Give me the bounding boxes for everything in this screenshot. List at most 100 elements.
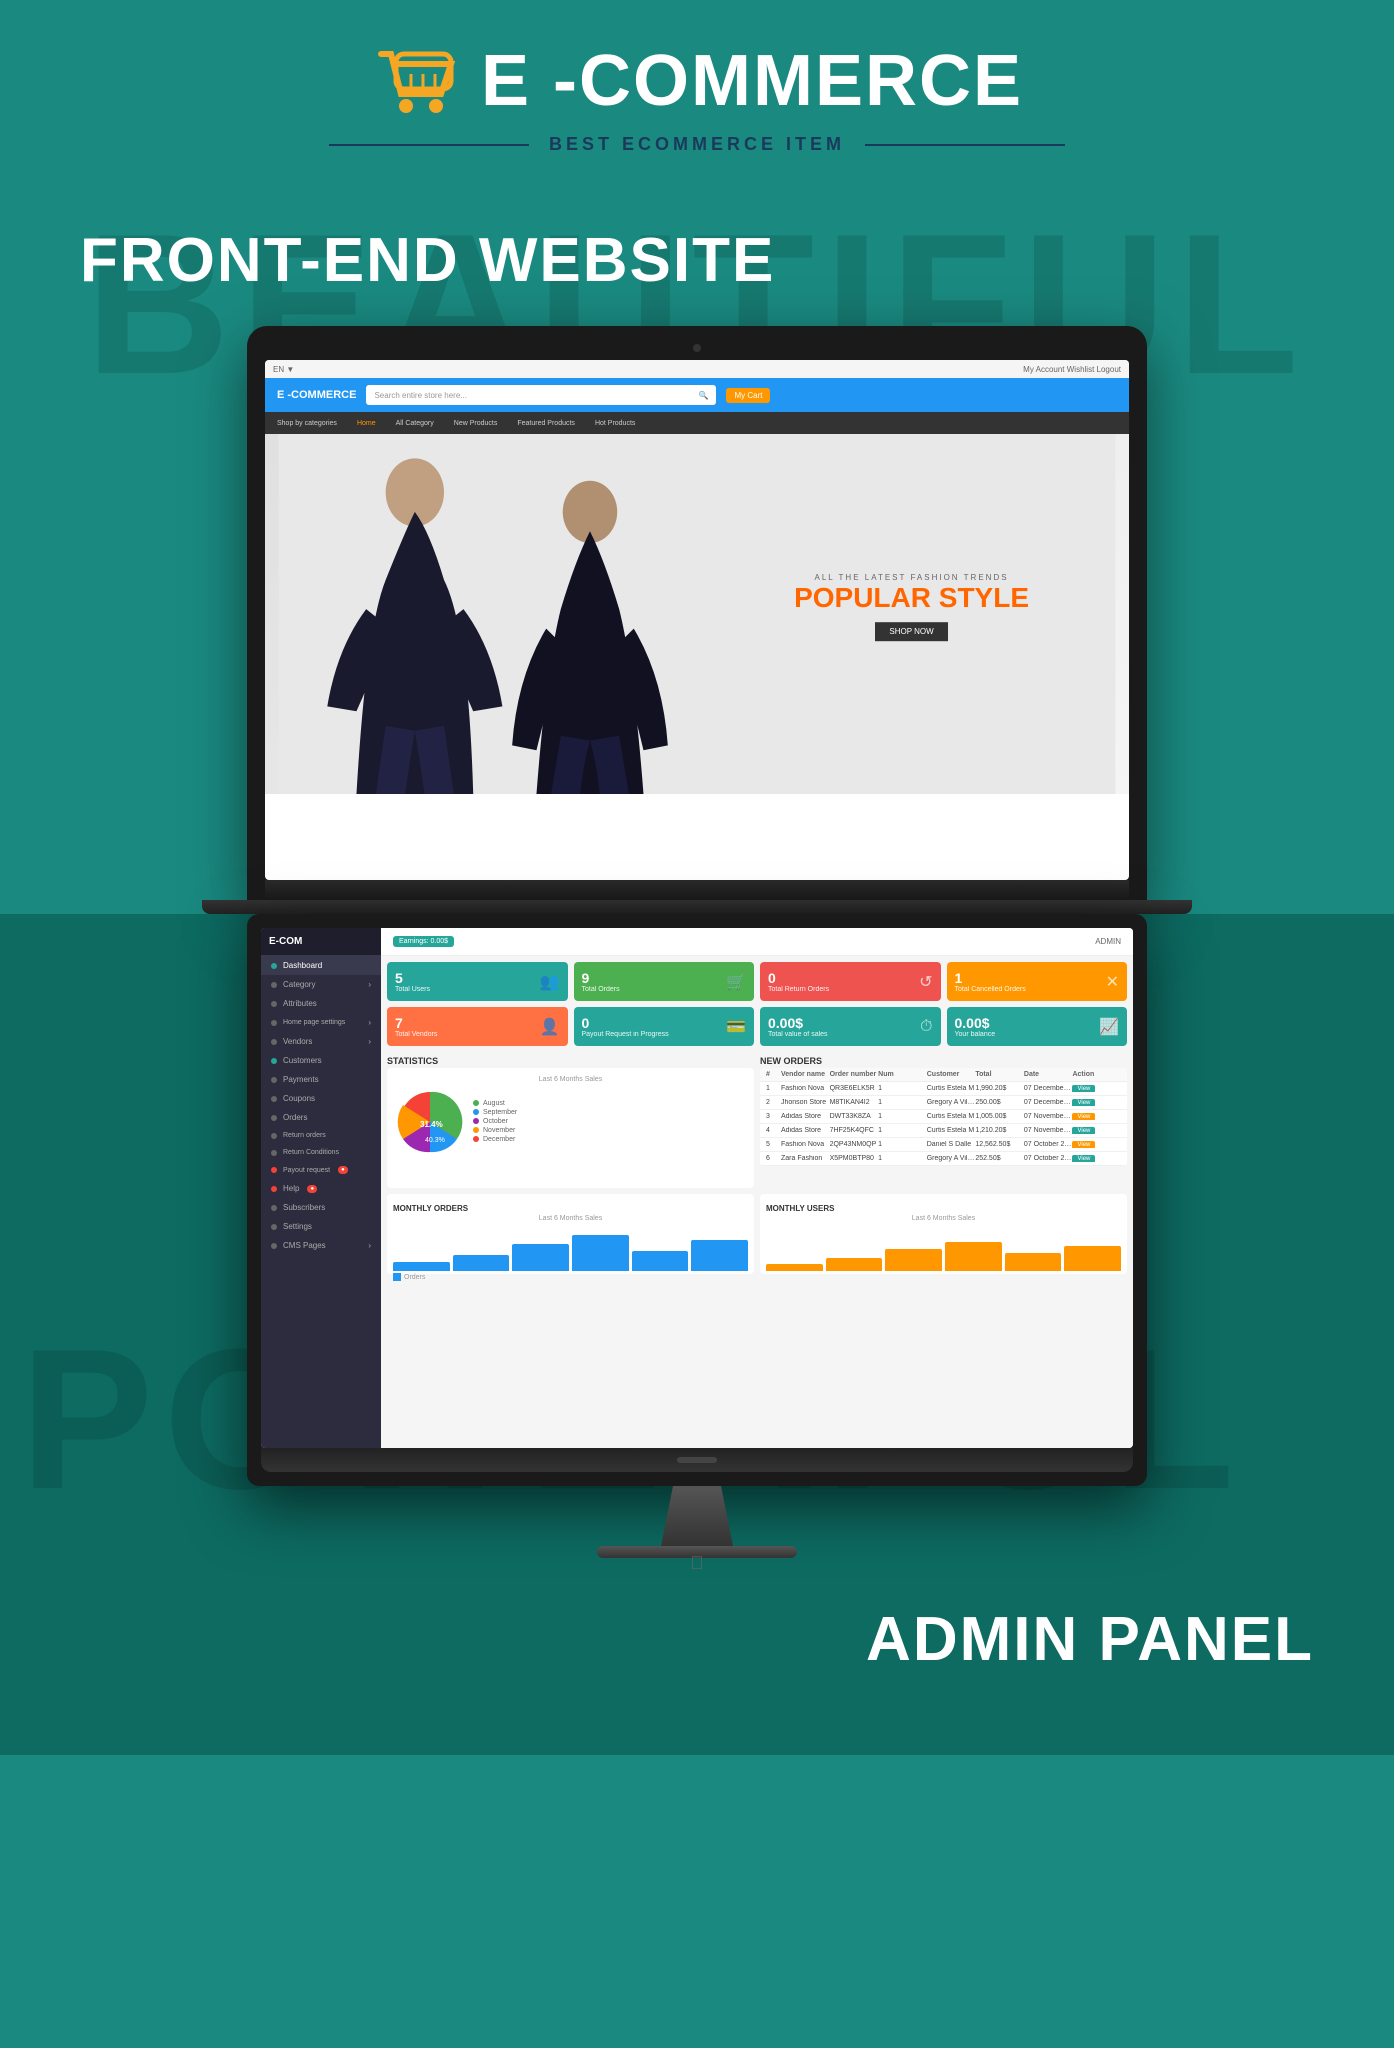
orders-table-header: # Vendor name Order number Num Customer …: [760, 1068, 1127, 1082]
bar-6: [691, 1240, 748, 1272]
sidebar-item-return-conditions[interactable]: Return Conditions: [261, 1144, 381, 1161]
homepages-dot: [271, 1020, 277, 1026]
homepages-chevron: ›: [368, 1018, 371, 1027]
sidebar-item-settings[interactable]: Settings: [261, 1217, 381, 1236]
admin-chart-area: Last 6 Months Sales: [387, 1068, 754, 1188]
view-btn-4[interactable]: View: [1072, 1127, 1095, 1134]
order2-action[interactable]: View: [1072, 1099, 1121, 1106]
wp-nav-hot[interactable]: Hot Products: [595, 420, 635, 427]
order3-action[interactable]: View: [1072, 1113, 1121, 1120]
sidebar-item-attributes[interactable]: Attributes: [261, 994, 381, 1013]
wp-search-placeholder: Search entire store here...: [374, 391, 467, 400]
sidebar-item-subscribers[interactable]: Subscribers: [261, 1198, 381, 1217]
wp-shop-btn[interactable]: SHOP NOW: [875, 622, 947, 641]
admin-topbar: Earnings: 0.00$ ADMIN: [381, 928, 1133, 956]
sidebar-item-return-orders[interactable]: Return orders: [261, 1127, 381, 1144]
subtitle-line-left: [329, 144, 529, 146]
view-btn-3[interactable]: View: [1072, 1113, 1095, 1120]
order1-num: 1: [766, 1085, 781, 1092]
order3-ordnum: DWT33K8ZA: [830, 1113, 879, 1120]
monitor-mockup: E-COM Dashboard Category ›: [247, 914, 1147, 1574]
order6-num: 6: [766, 1155, 781, 1162]
sidebar-cms-label: CMS Pages: [283, 1241, 326, 1250]
order-row-4: 4 Adidas Store 7HF25K4QFC 1 Curtis Estel…: [760, 1124, 1127, 1138]
sidebar-item-vendors[interactable]: Vendors ›: [261, 1032, 381, 1051]
view-btn-2[interactable]: View: [1072, 1099, 1095, 1106]
bar-5: [632, 1251, 689, 1271]
laptop-mockup: EN ▼ My Account Wishlist Logout E -COMME…: [247, 326, 1147, 914]
order6-total: 252.50$: [975, 1155, 1024, 1162]
wp-hero-title: POPULAR STYLE: [794, 582, 1029, 614]
sidebar-item-category[interactable]: Category ›: [261, 975, 381, 994]
legend-december: December: [473, 1136, 746, 1143]
dashboard-dot: [271, 963, 277, 969]
cms-dot: [271, 1243, 277, 1249]
monthly-orders-title: MONTHLY ORDERS: [393, 1200, 748, 1215]
logo-area: E -COMMERCE: [371, 40, 1023, 122]
view-btn-6[interactable]: View: [1072, 1155, 1095, 1162]
sidebar-payout-label: Payout request: [283, 1167, 330, 1174]
legend-dot-nov: [473, 1127, 479, 1133]
legend-dot-dec: [473, 1136, 479, 1142]
order1-action[interactable]: View: [1072, 1085, 1121, 1092]
clock-icon: ⏱: [920, 1018, 932, 1036]
sidebar-item-customers[interactable]: Customers: [261, 1051, 381, 1070]
stat-sales-num: 0.00$: [768, 1015, 828, 1031]
sidebar-item-payments[interactable]: Payments: [261, 1070, 381, 1089]
payout-dot: [271, 1167, 277, 1173]
stat-payout-num: 0: [582, 1015, 669, 1031]
vendors-icon: 👤: [540, 1017, 560, 1037]
wp-search[interactable]: Search entire store here... 🔍: [366, 385, 716, 405]
order2-date: 07 December 2021: [1024, 1099, 1073, 1106]
order6-customer: Gregory A Villanueva: [927, 1155, 976, 1162]
bar-3: [512, 1244, 569, 1271]
wp-nav-allcat[interactable]: All Category: [396, 420, 434, 427]
order4-total: 1,210.20$: [975, 1127, 1024, 1134]
subtitle-line-right: [865, 144, 1065, 146]
col-order: Order number: [830, 1071, 879, 1078]
sidebar-item-payout[interactable]: Payout request ●: [261, 1161, 381, 1179]
users-icon: 👥: [540, 972, 560, 992]
order2-num: 2: [766, 1099, 781, 1106]
pie-legend: August September: [473, 1100, 746, 1145]
order2-total: 250.00$: [975, 1099, 1024, 1106]
order6-action[interactable]: View: [1072, 1155, 1121, 1162]
sidebar-item-help[interactable]: Help ●: [261, 1179, 381, 1198]
earnings-badge: Earnings: 0.00$: [393, 936, 454, 947]
sidebar-item-orders[interactable]: Orders: [261, 1108, 381, 1127]
stat-sales-label: Total value of sales: [768, 1031, 828, 1038]
wp-cart-btn[interactable]: My Cart: [726, 388, 770, 403]
wp-nav-featured[interactable]: Featured Products: [517, 420, 575, 427]
settings-dot: [271, 1224, 277, 1230]
stat-return-num: 0: [768, 970, 829, 986]
order-row-1: 1 Fashion Nova QR3E6ELK5R 1 Curtis Estel…: [760, 1082, 1127, 1096]
view-btn-5[interactable]: View: [1072, 1141, 1095, 1148]
order4-vendor: Adidas Store: [781, 1127, 830, 1134]
sidebar-vendors-label: Vendors: [283, 1037, 312, 1046]
legend-august: August: [473, 1100, 746, 1107]
sidebar-item-coupons[interactable]: Coupons: [261, 1089, 381, 1108]
orders-icon: 🛒: [726, 972, 746, 992]
sidebar-item-dashboard[interactable]: Dashboard: [261, 956, 381, 975]
stat-cancelled-num: 1: [955, 970, 1026, 986]
wp-nav-new[interactable]: New Products: [454, 420, 498, 427]
order5-qty: 1: [878, 1141, 927, 1148]
monthly-users-subtitle: Last 6 Months Sales: [766, 1215, 1121, 1222]
monthly-orders-subtitle: Last 6 Months Sales: [393, 1215, 748, 1222]
view-btn-1[interactable]: View: [1072, 1085, 1095, 1092]
legend-dec-label: December: [483, 1136, 515, 1143]
wp-hero: ALL THE LATEST FASHION TRENDS POPULAR ST…: [265, 434, 1129, 794]
wp-shopby[interactable]: Shop by categories: [277, 420, 337, 427]
order5-action[interactable]: View: [1072, 1141, 1121, 1148]
payout-icon: 💳: [726, 1017, 746, 1037]
sidebar-item-cms[interactable]: CMS Pages ›: [261, 1236, 381, 1255]
sidebar-payments-label: Payments: [283, 1075, 319, 1084]
admin-stats-row1: 5 Total Users 👥 9 Total Orders: [381, 956, 1133, 1007]
order5-num: 5: [766, 1141, 781, 1148]
order2-ordnum: M8TIKAN4I2: [830, 1099, 879, 1106]
stat-orders-label: Total Orders: [582, 986, 620, 993]
order3-total: 1,005.00$: [975, 1113, 1024, 1120]
wp-nav-home[interactable]: Home: [357, 420, 376, 427]
sidebar-item-homepages[interactable]: Home page settings ›: [261, 1013, 381, 1032]
order4-action[interactable]: View: [1072, 1127, 1121, 1134]
